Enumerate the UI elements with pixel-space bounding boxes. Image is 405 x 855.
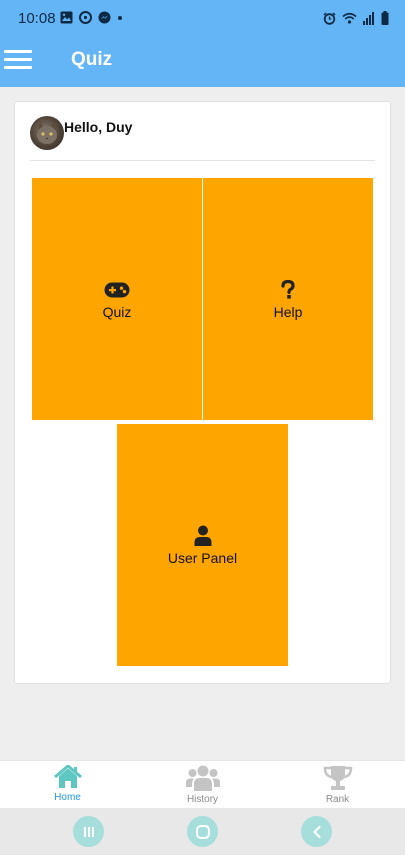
nav-label-history: History <box>186 794 219 805</box>
signal-icon <box>363 11 374 25</box>
trophy-icon <box>323 766 352 790</box>
back-icon <box>312 825 321 838</box>
status-right-icons <box>323 11 389 25</box>
home-circle-icon <box>195 824 210 839</box>
bottom-nav: Home History Rank <box>0 760 405 808</box>
divider <box>30 160 375 161</box>
nav-item-history[interactable]: History <box>135 761 270 808</box>
quiz-tile-label: Quiz <box>102 303 132 320</box>
question-icon <box>281 280 295 299</box>
status-left-icons <box>60 11 123 24</box>
status-time: 10:08 <box>18 10 56 27</box>
help-tile-label: Help <box>273 303 303 320</box>
status-bar: 10:08 <box>0 0 405 38</box>
nav-item-home[interactable]: Home <box>0 761 135 808</box>
quiz-tile[interactable]: Quiz <box>32 178 202 420</box>
hamburger-icon <box>4 50 32 53</box>
recent-apps-button[interactable] <box>73 816 104 847</box>
data-saver-icon <box>79 11 92 24</box>
page-title: Quiz <box>71 49 113 70</box>
dot-icon <box>118 16 122 20</box>
hamburger-line <box>4 66 32 69</box>
greeting-text: Hello, Duy <box>64 119 133 135</box>
main-card: Hello, Duy Quiz Help User Panel <box>14 101 391 684</box>
menu-button[interactable] <box>4 50 32 72</box>
recent-apps-icon <box>83 826 94 837</box>
home-icon <box>53 765 82 788</box>
hamburger-line <box>4 58 32 61</box>
user-panel-tile[interactable]: User Panel <box>117 424 288 666</box>
user-icon <box>194 525 211 546</box>
wifi-icon <box>342 12 357 24</box>
nav-item-rank[interactable]: Rank <box>270 761 405 808</box>
messenger-icon <box>98 11 111 24</box>
users-icon <box>185 765 220 791</box>
user-panel-tile-label: User Panel <box>167 549 238 566</box>
help-tile[interactable]: Help <box>203 178 373 420</box>
gamepad-icon <box>104 282 130 297</box>
nav-label-home: Home <box>54 792 81 803</box>
alarm-icon <box>323 11 336 25</box>
nav-label-rank: Rank <box>325 794 350 805</box>
system-home-button[interactable] <box>187 816 218 847</box>
battery-icon <box>381 11 389 25</box>
greeting-row: Hello, Duy <box>30 116 132 150</box>
system-nav-bar <box>0 808 405 855</box>
avatar <box>30 116 64 150</box>
image-icon <box>60 11 73 24</box>
back-button[interactable] <box>301 816 332 847</box>
app-bar: Quiz <box>0 38 405 87</box>
